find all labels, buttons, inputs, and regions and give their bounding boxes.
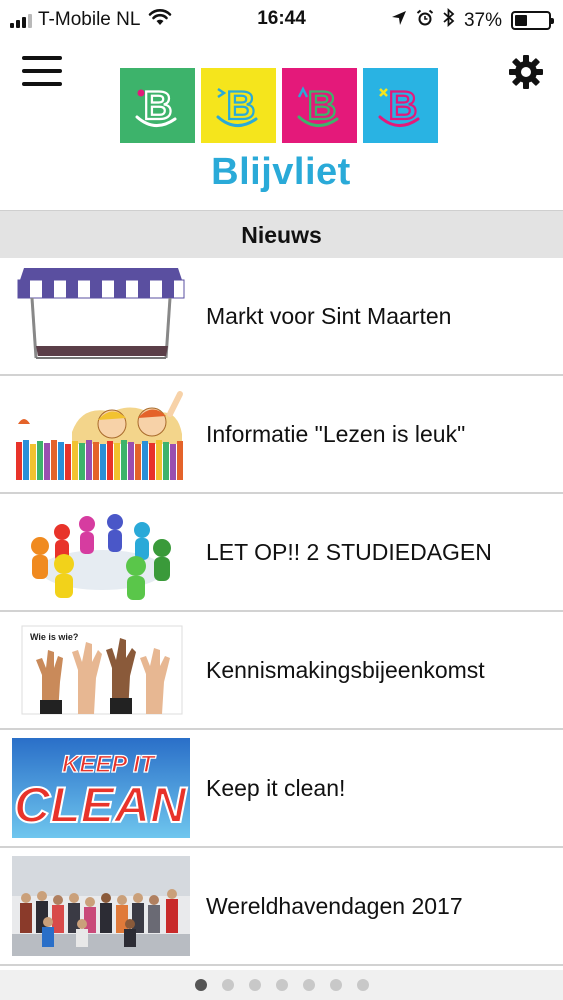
news-item[interactable]: Informatie "Lezen is leuk" bbox=[0, 376, 563, 494]
news-list: Markt voor Sint Maarten Informatie "Leze… bbox=[0, 258, 563, 966]
battery-fill bbox=[515, 15, 527, 26]
blijvliet-logo: B B B B Blijvliet bbox=[120, 68, 442, 194]
battery-percent: 37% bbox=[463, 9, 502, 31]
page-dot[interactable] bbox=[221, 979, 234, 991]
logo-tile-blue: B bbox=[363, 68, 438, 143]
logo-text: Blijvliet bbox=[211, 151, 351, 193]
group-photo-image bbox=[12, 856, 190, 956]
keep-it-label: KEEP IT bbox=[62, 751, 157, 778]
page-dot[interactable] bbox=[329, 979, 342, 991]
page-dot[interactable] bbox=[302, 979, 315, 991]
news-item-title: LET OP!! 2 STUDIEDAGEN bbox=[206, 538, 492, 565]
wie-is-wie-label: Wie is wie? bbox=[30, 632, 78, 642]
colorful-figures-table-image bbox=[12, 502, 190, 602]
status-right: 37% bbox=[391, 7, 554, 33]
page-dot[interactable] bbox=[356, 979, 369, 991]
market-stall-image bbox=[12, 266, 190, 366]
news-item-title: Kennismakingsbijeenkomst bbox=[206, 656, 485, 683]
keep-it-clean-image: KEEP IT CLEAN bbox=[12, 738, 190, 838]
page-indicator bbox=[0, 970, 563, 1000]
news-item-title: Markt voor Sint Maarten bbox=[206, 302, 452, 329]
status-bar: T-Mobile NL 16:44 37% bbox=[0, 0, 563, 40]
gear-icon bbox=[509, 55, 543, 89]
kids-reading-books-image bbox=[12, 384, 190, 484]
logo-tiles: B B B B bbox=[120, 68, 442, 143]
battery-icon bbox=[511, 11, 554, 30]
news-item-title: Keep it clean! bbox=[206, 774, 346, 801]
page-dot[interactable] bbox=[248, 979, 261, 991]
logo-tile-green: B bbox=[120, 68, 195, 143]
alarm-icon bbox=[416, 9, 434, 33]
news-item[interactable]: KEEP IT CLEAN Keep it clean! bbox=[0, 730, 563, 848]
page-dot[interactable] bbox=[194, 979, 207, 991]
clean-label: CLEAN bbox=[14, 777, 187, 833]
news-item-title: Informatie "Lezen is leuk" bbox=[206, 420, 466, 447]
news-item[interactable]: Wie is wie? Kennismakingsbijeenkomst bbox=[0, 612, 563, 730]
hamburger-icon bbox=[22, 56, 62, 60]
news-item[interactable]: Wereldhavendagen 2017 bbox=[0, 848, 563, 966]
news-item-title: Wereldhavendagen 2017 bbox=[206, 892, 463, 919]
logo-tile-magenta: B bbox=[282, 68, 357, 143]
news-item[interactable]: LET OP!! 2 STUDIEDAGEN bbox=[0, 494, 563, 612]
location-icon bbox=[391, 10, 407, 32]
logo-tile-yellow: B bbox=[201, 68, 276, 143]
section-title: Nieuws bbox=[0, 210, 563, 258]
settings-button[interactable] bbox=[508, 54, 544, 90]
raised-hands-image: Wie is wie? bbox=[12, 620, 190, 720]
hamburger-menu-button[interactable] bbox=[22, 56, 64, 88]
bluetooth-icon bbox=[443, 7, 455, 33]
page-dot[interactable] bbox=[275, 979, 288, 991]
news-item[interactable]: Markt voor Sint Maarten bbox=[0, 258, 563, 376]
